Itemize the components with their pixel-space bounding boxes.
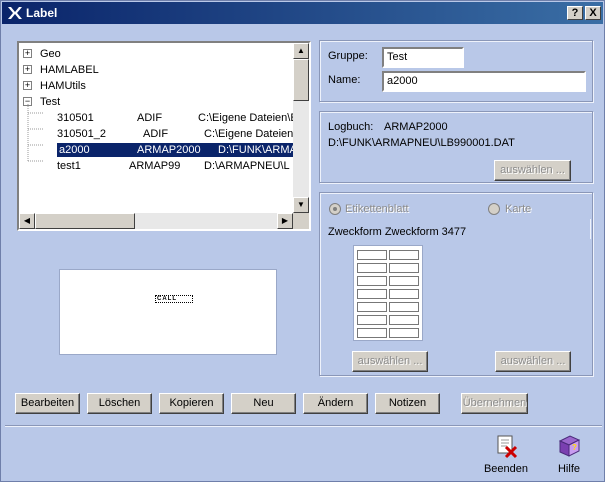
- scroll-thumb[interactable]: [293, 59, 309, 101]
- label-sheet-thumbnail: [353, 245, 423, 341]
- name-input[interactable]: a2000: [382, 71, 586, 92]
- sheet-cell: [389, 276, 419, 286]
- tree-node-310501-2[interactable]: 310501_2 ADIF C:\Eigene Dateien\: [57, 127, 293, 141]
- node-label: test1: [57, 160, 81, 172]
- help-title-button[interactable]: ?: [567, 6, 583, 20]
- logbuch-box: Logbuch: ARMAP2000 D:\FUNK\ARMAPNEU\LB99…: [319, 111, 593, 183]
- tree-node-test[interactable]: − Test: [23, 95, 283, 109]
- logbuch-select-button[interactable]: auswählen ...: [494, 160, 571, 181]
- sheet-cell: [357, 276, 387, 286]
- name-label: Name:: [328, 74, 361, 86]
- label-preview: CALL: [59, 269, 277, 355]
- close-button[interactable]: X: [585, 6, 601, 20]
- node-label: HAMLABEL: [40, 64, 99, 76]
- tree-horizontal-scrollbar[interactable]: ◀ ▶: [19, 213, 293, 229]
- app-icon: [8, 7, 22, 19]
- expand-icon[interactable]: +: [23, 81, 32, 90]
- preview-label-field: CALL: [155, 295, 193, 303]
- radio-etikettenblatt-label[interactable]: Etikettenblatt: [345, 203, 409, 215]
- scroll-up-icon[interactable]: ▲: [293, 43, 309, 59]
- sheet-cell: [389, 289, 419, 299]
- node-format: ARMAP99: [129, 160, 181, 172]
- kopieren-button[interactable]: Kopieren: [159, 393, 224, 414]
- aendern-button[interactable]: Ändern: [303, 393, 368, 414]
- scroll-right-icon[interactable]: ▶: [277, 213, 293, 229]
- scroll-left-icon[interactable]: ◀: [19, 213, 35, 229]
- tree-node-a2000[interactable]: a2000 ARMAP2000 D:\FUNK\ARMA: [57, 143, 293, 157]
- radio-etikettenblatt[interactable]: [329, 203, 341, 215]
- node-format: ADIF: [137, 112, 163, 124]
- expand-icon[interactable]: +: [23, 65, 32, 74]
- label-tree[interactable]: + Geo + HAMLABEL + HAMUtils − Test 31050…: [17, 41, 311, 231]
- label-dialog: Label ? X + Geo + HAMLABEL + HAMUtils − …: [0, 0, 605, 482]
- sheet-cell: [357, 289, 387, 299]
- loeschen-button[interactable]: Löschen: [87, 393, 152, 414]
- sheet-cell: [357, 302, 387, 312]
- layout-select-left-button[interactable]: auswählen ...: [352, 351, 428, 372]
- scroll-corner: [293, 213, 309, 229]
- hilfe-label: Hilfe: [557, 463, 580, 475]
- logbuch-label: Logbuch:: [328, 121, 374, 133]
- sheet-cell: [389, 328, 419, 338]
- node-format: ADIF: [143, 128, 169, 140]
- hilfe-button[interactable]: ? Hilfe: [547, 431, 591, 477]
- sheet-cell: [389, 302, 419, 312]
- bearbeiten-button[interactable]: Bearbeiten: [15, 393, 80, 414]
- sheet-cell: [357, 263, 387, 273]
- tree-lines: [27, 104, 43, 162]
- logbuch-value: ARMAP2000: [384, 121, 448, 133]
- layout-select-right-button[interactable]: auswählen ...: [495, 351, 571, 372]
- node-path: D:\ARMAPNEU\L: [204, 160, 290, 172]
- node-path: D:\FUNK\ARMA: [218, 144, 293, 156]
- separator: [5, 425, 602, 427]
- node-label: HAMUtils: [40, 80, 86, 92]
- sheet-cell: [389, 263, 419, 273]
- radio-dot: [333, 207, 337, 211]
- group-name-box: Gruppe: Test Name: a2000: [319, 40, 593, 102]
- window-title: Label: [26, 6, 58, 20]
- tree-node-geo[interactable]: + Geo: [23, 47, 283, 61]
- node-label: 310501: [57, 112, 94, 124]
- sheet-cell: [357, 250, 387, 260]
- scroll-down-icon[interactable]: ▼: [293, 197, 309, 213]
- node-format: ARMAP2000: [137, 144, 201, 156]
- sheet-cell: [357, 328, 387, 338]
- radio-karte-label[interactable]: Karte: [505, 203, 531, 215]
- beenden-button[interactable]: Beenden: [479, 431, 533, 477]
- uebernehmen-button[interactable]: Übernehmen: [461, 393, 528, 414]
- scroll-thumb-h[interactable]: [35, 213, 135, 229]
- gruppe-input[interactable]: Test: [382, 47, 464, 68]
- sheet-cell: [389, 250, 419, 260]
- help-book-icon: ?: [558, 435, 581, 457]
- tree-content: + Geo + HAMLABEL + HAMUtils − Test 31050…: [19, 43, 293, 213]
- exit-icon: [497, 435, 518, 459]
- title-bar[interactable]: Label ? X: [2, 2, 603, 24]
- gruppe-label: Gruppe:: [328, 50, 368, 62]
- tree-node-hamlabel[interactable]: + HAMLABEL: [23, 63, 283, 77]
- tree-node-310501[interactable]: 310501 ADIF C:\Eigene Dateien\E: [57, 111, 293, 125]
- sheet-cell: [357, 315, 387, 325]
- node-label: 310501_2: [57, 128, 106, 140]
- svg-text:?: ?: [572, 443, 577, 452]
- radio-karte[interactable]: [488, 203, 500, 215]
- sheet-cell: [389, 315, 419, 325]
- node-path: C:\Eigene Dateien\E: [198, 112, 293, 124]
- neu-button[interactable]: Neu: [231, 393, 296, 414]
- node-label: Geo: [40, 48, 61, 60]
- node-label: a2000: [59, 144, 90, 156]
- logbuch-path: D:\FUNK\ARMAPNEU\LB990001.DAT: [328, 137, 515, 149]
- tree-node-test1[interactable]: test1 ARMAP99 D:\ARMAPNEU\L: [57, 159, 293, 173]
- tree-vertical-scrollbar[interactable]: ▲ ▼: [293, 43, 309, 213]
- expand-icon[interactable]: +: [23, 49, 32, 58]
- tree-node-hamutils[interactable]: + HAMUtils: [23, 79, 283, 93]
- format-text: Zweckform Zweckform 3477: [328, 226, 467, 238]
- divider: [590, 219, 591, 239]
- node-path: C:\Eigene Dateien\: [204, 128, 293, 140]
- notizen-button[interactable]: Notizen: [375, 393, 440, 414]
- beenden-label: Beenden: [483, 463, 529, 475]
